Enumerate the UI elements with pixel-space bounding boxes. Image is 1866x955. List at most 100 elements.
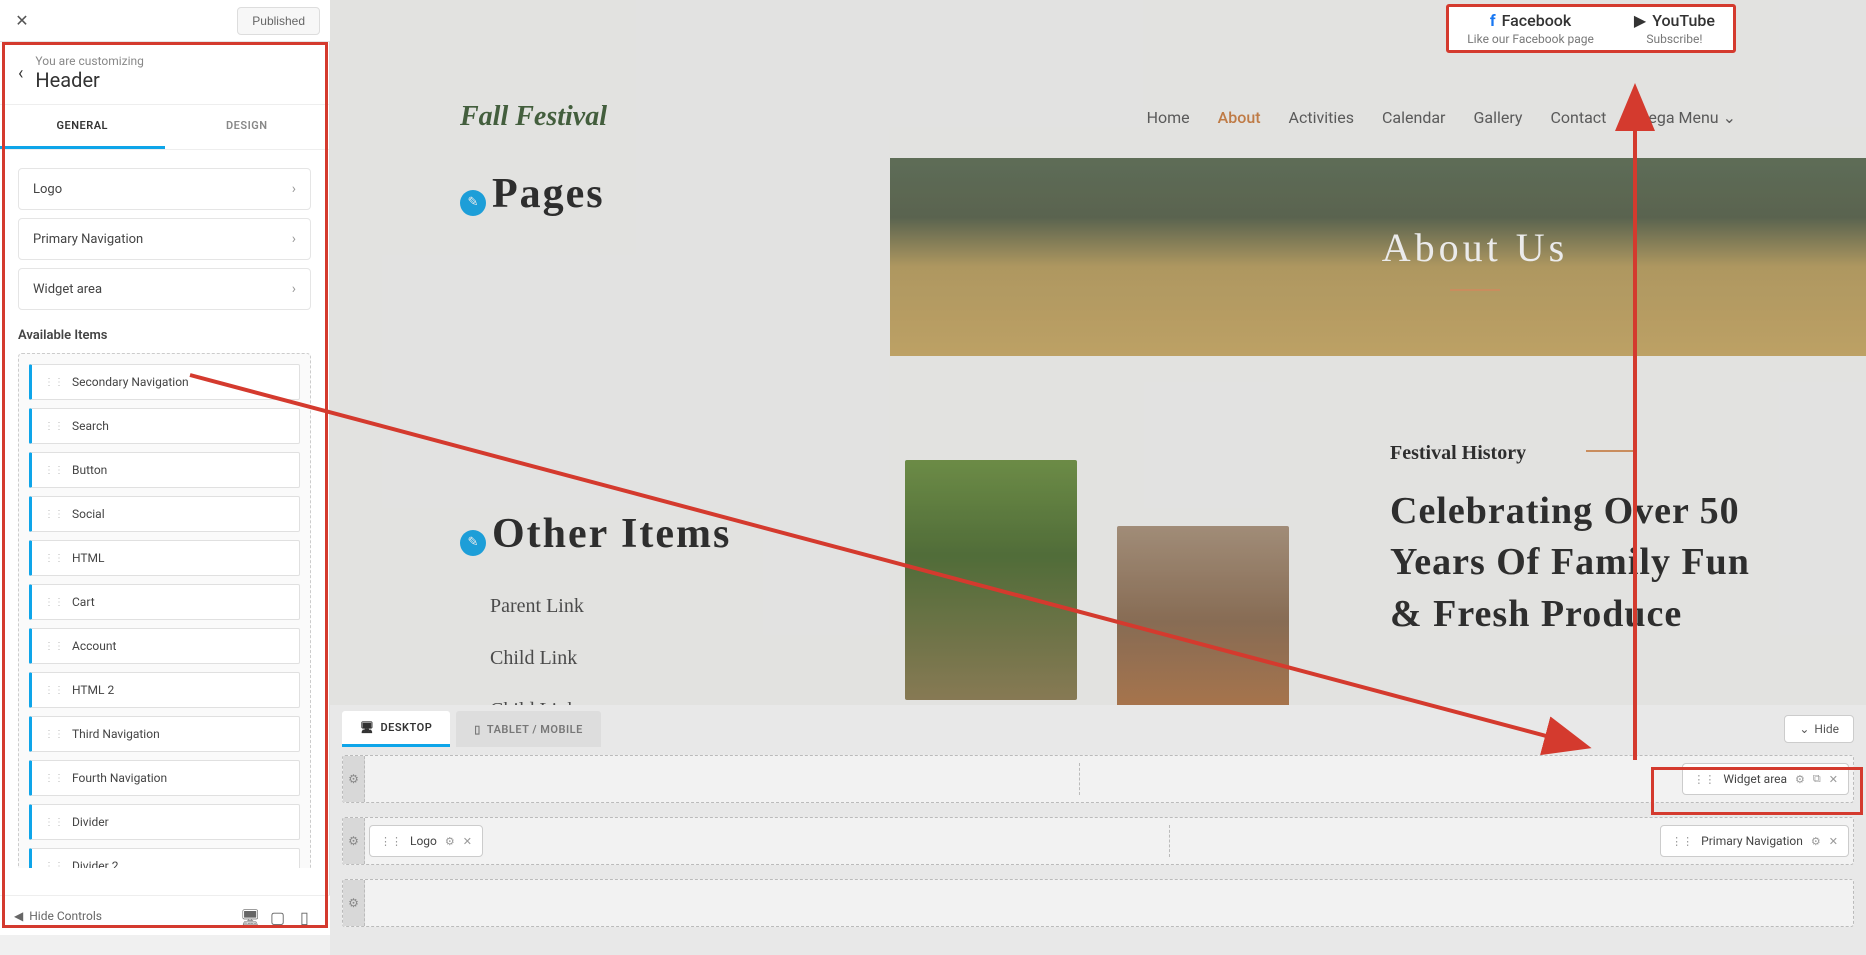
social-widget-bar: fFacebook Like our Facebook page ▶ YouTub…: [1446, 4, 1736, 53]
customizing-label: You are customizing: [35, 54, 144, 68]
item-widget-area[interactable]: Widget area ›: [18, 268, 311, 310]
festival-history-block: Festival History Celebrating Over 50 Yea…: [1390, 440, 1780, 640]
edit-icon[interactable]: ✎: [460, 530, 486, 556]
gear-icon[interactable]: ⚙: [343, 818, 365, 864]
drag-handle-icon: ⋮⋮: [44, 685, 64, 696]
available-account[interactable]: ⋮⋮Account: [29, 628, 300, 664]
tab-label: TABLET / MOBILE: [487, 723, 583, 736]
back-icon[interactable]: ‹: [18, 63, 23, 84]
child-link[interactable]: Child Link: [490, 632, 584, 684]
mobile-icon[interactable]: ▯: [300, 908, 316, 924]
customizer-topbar: ✕ Published: [0, 0, 330, 42]
pages-section: ✎Pages: [460, 170, 605, 218]
youtube-widget[interactable]: ▶YouTube Subscribe!: [1634, 11, 1715, 46]
duplicate-icon[interactable]: ⧉: [1813, 772, 1821, 786]
builder-row-main[interactable]: ⚙ ⋮⋮ Logo ⚙ ✕ ⋮⋮ Primary Navigation ⚙ ✕: [342, 817, 1854, 865]
available-items-label: Available Items: [18, 328, 311, 343]
tablet-icon[interactable]: ▢: [270, 908, 286, 924]
nav-contact[interactable]: Contact: [1550, 108, 1606, 127]
available-social[interactable]: ⋮⋮ Social: [29, 496, 300, 532]
drag-handle-icon: ⋮⋮: [44, 729, 64, 740]
item-logo[interactable]: Logo ›: [18, 168, 311, 210]
nav-about[interactable]: About: [1218, 108, 1261, 127]
drag-handle-icon: ⋮⋮: [44, 817, 64, 828]
hide-builder-button[interactable]: ⌄ Hide: [1784, 715, 1854, 743]
desktop-icon: 🖥: [360, 721, 374, 734]
gear-icon[interactable]: ⚙: [1811, 835, 1821, 848]
available-secondary-navigation[interactable]: ⋮⋮Secondary Navigation: [29, 364, 300, 400]
builder-row-top[interactable]: ⚙ ⋮⋮ Widget area ⚙ ⧉ ✕: [342, 755, 1854, 803]
pill-widget-area[interactable]: ⋮⋮ Widget area ⚙ ⧉ ✕: [1682, 763, 1849, 795]
builder-row-bottom[interactable]: ⚙: [342, 879, 1854, 927]
child-link[interactable]: Child Link: [490, 684, 584, 705]
divider-line: [1586, 450, 1636, 452]
close-icon[interactable]: ✕: [10, 11, 34, 30]
item-label: Third Navigation: [72, 727, 160, 741]
publish-status-button[interactable]: Published: [237, 7, 320, 35]
customizer-sidebar: ‹ You are customizing Header GENERAL DES…: [0, 42, 330, 935]
edit-icon[interactable]: ✎: [460, 190, 486, 216]
available-html-2[interactable]: ⋮⋮HTML 2: [29, 672, 300, 708]
tab-design[interactable]: DESIGN: [165, 105, 330, 149]
available-search[interactable]: ⋮⋮Search: [29, 408, 300, 444]
site-preview: fFacebook Like our Facebook page ▶ YouTub…: [330, 0, 1866, 705]
item-label: Primary Navigation: [33, 232, 143, 247]
available-cart[interactable]: ⋮⋮Cart: [29, 584, 300, 620]
content-image: [905, 460, 1077, 700]
device-switcher: 🖥 ▢ ▯: [240, 908, 316, 924]
link-list: Parent Link Child Link Child Link: [490, 580, 584, 705]
drag-handle-icon: ⋮⋮: [44, 509, 64, 520]
item-label: Fourth Navigation: [72, 771, 167, 785]
header-builder: 🖥DESKTOP ▯TABLET / MOBILE ⌄ Hide ⚙ ⋮⋮ Wid…: [330, 705, 1866, 955]
nav-activities[interactable]: Activities: [1289, 108, 1354, 127]
parent-link[interactable]: Parent Link: [490, 580, 584, 632]
nav-calendar[interactable]: Calendar: [1382, 108, 1445, 127]
gear-icon[interactable]: ⚙: [445, 835, 455, 848]
available-third-navigation[interactable]: ⋮⋮ Third Navigation: [29, 716, 300, 752]
drag-handle-icon: ⋮⋮: [44, 641, 64, 652]
nav-home[interactable]: Home: [1147, 108, 1190, 127]
available-items-container: ⋮⋮Secondary Navigation ⋮⋮Search ⋮⋮Button…: [18, 353, 311, 868]
hide-controls-button[interactable]: ◀ Hide Controls: [14, 909, 102, 923]
builder-tab-desktop[interactable]: 🖥DESKTOP: [342, 711, 450, 747]
item-label: Social: [72, 507, 105, 521]
available-button[interactable]: ⋮⋮Button: [29, 452, 300, 488]
collapse-icon: ⌄: [1799, 722, 1809, 736]
gear-icon[interactable]: ⚙: [1795, 773, 1805, 786]
close-icon[interactable]: ✕: [463, 835, 472, 848]
pill-logo[interactable]: ⋮⋮ Logo ⚙ ✕: [369, 825, 483, 857]
content-image: [1117, 526, 1289, 705]
pill-primary-navigation[interactable]: ⋮⋮ Primary Navigation ⚙ ✕: [1660, 825, 1849, 857]
close-icon[interactable]: ✕: [1829, 835, 1838, 848]
gear-icon[interactable]: ⚙: [343, 756, 365, 802]
hero-banner: About Us: [890, 158, 1866, 356]
collapse-icon: ◀: [14, 909, 23, 923]
available-divider[interactable]: ⋮⋮Divider: [29, 804, 300, 840]
builder-rows: ⚙ ⋮⋮ Widget area ⚙ ⧉ ✕ ⚙ ⋮⋮ Logo: [330, 747, 1866, 949]
tab-general[interactable]: GENERAL: [0, 105, 165, 149]
sidebar-tabs: GENERAL DESIGN: [0, 105, 329, 150]
desktop-icon[interactable]: 🖥: [240, 908, 256, 924]
available-fourth-navigation[interactable]: ⋮⋮ Fourth Navigation: [29, 760, 300, 796]
section-title: Header: [35, 68, 144, 92]
close-icon[interactable]: ✕: [1829, 773, 1838, 786]
content-images: [905, 460, 1289, 705]
other-items-section: ✎Other Items: [460, 510, 731, 558]
available-divider-2[interactable]: ⋮⋮Divider 2: [29, 848, 300, 868]
nav-gallery[interactable]: Gallery: [1473, 108, 1522, 127]
drag-handle-icon: ⋮⋮: [44, 377, 64, 388]
facebook-icon: f: [1490, 11, 1496, 30]
drag-handle-icon: ⋮⋮: [44, 861, 64, 869]
social-title-label: YouTube: [1652, 11, 1715, 30]
nav-mega-menu[interactable]: Mega Menu ⌄: [1634, 108, 1736, 127]
site-logo[interactable]: Fall Festival: [460, 101, 607, 133]
youtube-icon: ▶: [1634, 11, 1646, 30]
gear-icon[interactable]: ⚙: [343, 880, 365, 926]
available-html[interactable]: ⋮⋮HTML: [29, 540, 300, 576]
hide-label: Hide: [1814, 722, 1839, 736]
item-primary-navigation[interactable]: Primary Navigation ›: [18, 218, 311, 260]
item-label: Search: [72, 419, 109, 433]
facebook-widget[interactable]: fFacebook Like our Facebook page: [1467, 11, 1594, 46]
builder-tab-tablet[interactable]: ▯TABLET / MOBILE: [456, 711, 601, 747]
drag-handle-icon: ⋮⋮: [44, 773, 64, 784]
